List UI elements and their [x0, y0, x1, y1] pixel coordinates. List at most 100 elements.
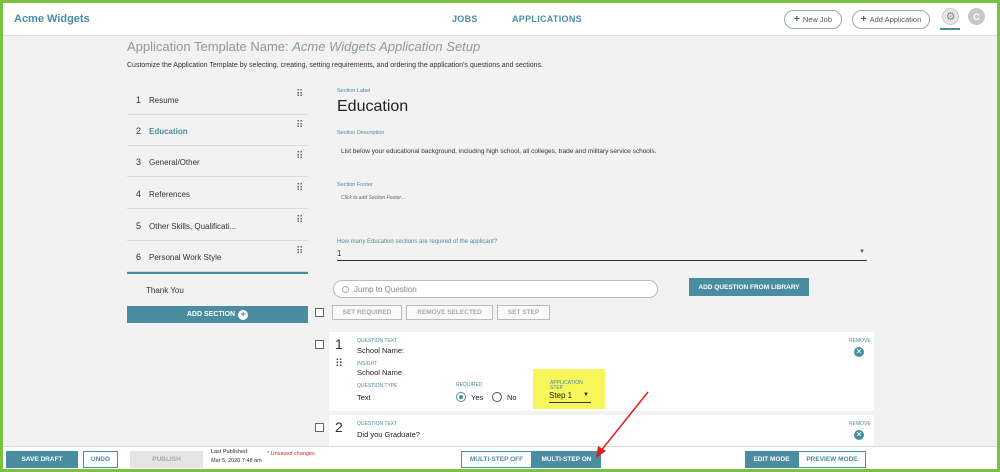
question-number: 1: [335, 336, 343, 352]
remove-caption: REMOVE: [849, 338, 871, 344]
plus-icon: +: [793, 14, 800, 25]
question-text-caption: QUESTION TEXT: [357, 421, 398, 427]
insight-field[interactable]: School Name: [357, 368, 402, 377]
required-count-question: How many Education sections are required…: [337, 239, 498, 245]
remove-question-icon[interactable]: ✕: [854, 347, 864, 357]
plus-circle-icon: +: [238, 309, 249, 320]
section-label-caption: Section Label: [337, 88, 371, 94]
sidebar-item-label: Thank You: [146, 286, 184, 295]
jump-placeholder: Jump to Question: [354, 284, 417, 294]
section-number: 1: [136, 95, 142, 105]
tab-jobs[interactable]: JOBS: [452, 14, 478, 24]
section-number: 5: [136, 221, 142, 231]
last-published-label: Last Published:: [211, 449, 249, 455]
page-title-prefix: Application Template Name:: [127, 39, 289, 54]
sidebar-item-personal-work-style[interactable]: 6 Personal Work Style ⠿: [127, 241, 308, 272]
insight-caption: INSIGHT: [357, 361, 378, 367]
question-number: 2: [335, 419, 343, 435]
question-text-caption: QUESTION TEXT: [357, 338, 398, 344]
required-count-value: 1: [337, 249, 342, 258]
sidebar-item-thank-you[interactable]: Thank You: [127, 272, 308, 303]
set-step-button[interactable]: SET STEP: [497, 305, 550, 320]
section-description-field[interactable]: List below your educational background, …: [341, 148, 656, 155]
drag-handle-icon[interactable]: ⠿: [296, 152, 303, 162]
top-bar: Acme Widgets JOBS APPLICATIONS + New Job…: [3, 3, 997, 36]
remove-selected-button[interactable]: REMOVE SELECTED: [406, 305, 493, 320]
application-step-caption: APPLICATION STEP: [550, 380, 583, 391]
jump-to-question-input[interactable]: Jump to Question: [333, 280, 658, 298]
sidebar-item-label: Personal Work Style: [149, 253, 222, 262]
page-title: Application Template Name: Acme Widgets …: [127, 39, 480, 54]
question-type-value: Text: [357, 393, 371, 402]
preview-mode-button[interactable]: PREVIEW MODE: [798, 451, 866, 468]
required-yes-label: Yes: [471, 393, 484, 402]
section-number: 3: [136, 157, 142, 167]
question-text-field[interactable]: School Name:: [357, 346, 404, 355]
drag-handle-icon[interactable]: ⠿: [335, 359, 343, 370]
search-icon: [342, 285, 349, 293]
gear-icon[interactable]: ⚙: [942, 8, 959, 25]
sidebar-item-other-skills[interactable]: 5 Other Skills, Qualificati... ⠿: [127, 210, 308, 241]
drag-handle-icon[interactable]: ⠿: [296, 184, 303, 194]
section-number: 4: [136, 189, 142, 199]
section-footer-field[interactable]: Click to add Section Footer...: [341, 195, 405, 201]
edit-mode-button[interactable]: EDIT MODE: [745, 451, 798, 468]
drag-handle-icon[interactable]: ⠿: [296, 216, 303, 226]
required-caption: REQUIRED: [456, 382, 483, 388]
required-no-label: No: [507, 393, 517, 402]
multi-step-off-button[interactable]: MULTI-STEP OFF: [461, 451, 532, 468]
section-description-caption: Section Description: [337, 130, 385, 136]
drag-handle-icon[interactable]: ⠿: [296, 90, 303, 100]
sidebar-item-label: Education: [149, 127, 188, 136]
section-number: 6: [136, 252, 142, 262]
active-indicator: [940, 28, 960, 30]
drag-handle-icon[interactable]: ⠿: [296, 121, 303, 131]
sidebar-item-education[interactable]: 2 Education ⠿: [127, 115, 308, 146]
sidebar-item-label: Other Skills, Qualificati...: [149, 222, 237, 231]
sidebar-item-resume[interactable]: 1 Resume ⠿: [127, 84, 308, 115]
section-number: 2: [136, 126, 142, 136]
section-label-field[interactable]: Education: [337, 98, 408, 116]
question-checkbox[interactable]: [315, 423, 324, 432]
required-no-radio[interactable]: [492, 392, 502, 402]
question-text-field[interactable]: Did you Graduate?: [357, 430, 420, 439]
template-name: Acme Widgets Application Setup: [292, 39, 481, 54]
section-footer-caption: Section Footer: [337, 182, 373, 188]
sidebar-item-references[interactable]: 4 References ⠿: [127, 178, 308, 209]
remove-question-icon[interactable]: ✕: [854, 430, 864, 440]
sidebar-item-label: References: [149, 190, 190, 199]
sidebar-item-general-other[interactable]: 3 General/Other ⠿: [127, 146, 308, 177]
caret-down-icon: ▼: [859, 249, 865, 255]
save-draft-button[interactable]: SAVE DRAFT: [6, 451, 78, 468]
question-checkbox[interactable]: [315, 340, 324, 349]
add-application-button[interactable]: + Add Application: [852, 10, 930, 29]
last-published-date: Mar 5, 2020 7:48 am: [211, 458, 262, 464]
new-job-label: New Job: [802, 15, 833, 24]
brand-logo[interactable]: Acme Widgets: [14, 13, 90, 25]
select-all-checkbox[interactable]: [315, 308, 324, 317]
application-step-value: Step 1: [549, 391, 573, 400]
add-section-label: ADD SECTION: [186, 311, 236, 318]
add-section-button[interactable]: ADD SECTION +: [127, 306, 308, 323]
required-count-select[interactable]: 1 ▼: [337, 249, 867, 261]
drag-handle-icon[interactable]: ⠿: [296, 247, 303, 257]
caret-down-icon: ▼: [583, 392, 589, 398]
question-type-caption: QUESTION TYPE: [357, 383, 398, 389]
multi-step-on-button[interactable]: MULTI-STEP ON: [532, 451, 601, 468]
set-required-button[interactable]: SET REQUIRED: [332, 305, 402, 320]
tab-applications[interactable]: APPLICATIONS: [512, 14, 582, 24]
page-subtitle: Customize the Application Template by se…: [127, 62, 544, 69]
required-yes-radio[interactable]: [456, 392, 466, 402]
new-job-button[interactable]: + New Job: [784, 10, 842, 29]
remove-caption: REMOVE: [849, 421, 871, 427]
application-step-select[interactable]: Step 1 ▼: [549, 391, 591, 403]
undo-button[interactable]: UNDO: [83, 451, 118, 468]
sidebar-item-label: General/Other: [149, 158, 200, 167]
publish-button[interactable]: PUBLISH: [130, 451, 203, 468]
sidebar-item-label: Resume: [149, 96, 179, 105]
add-question-from-library-button[interactable]: ADD QUESTION FROM LIBRARY: [689, 278, 809, 296]
plus-icon: +: [860, 14, 867, 25]
avatar[interactable]: C: [968, 8, 985, 25]
unsaved-changes-indicator: * Unsaved changes: [267, 451, 315, 457]
add-application-label: Add Application: [869, 15, 922, 24]
